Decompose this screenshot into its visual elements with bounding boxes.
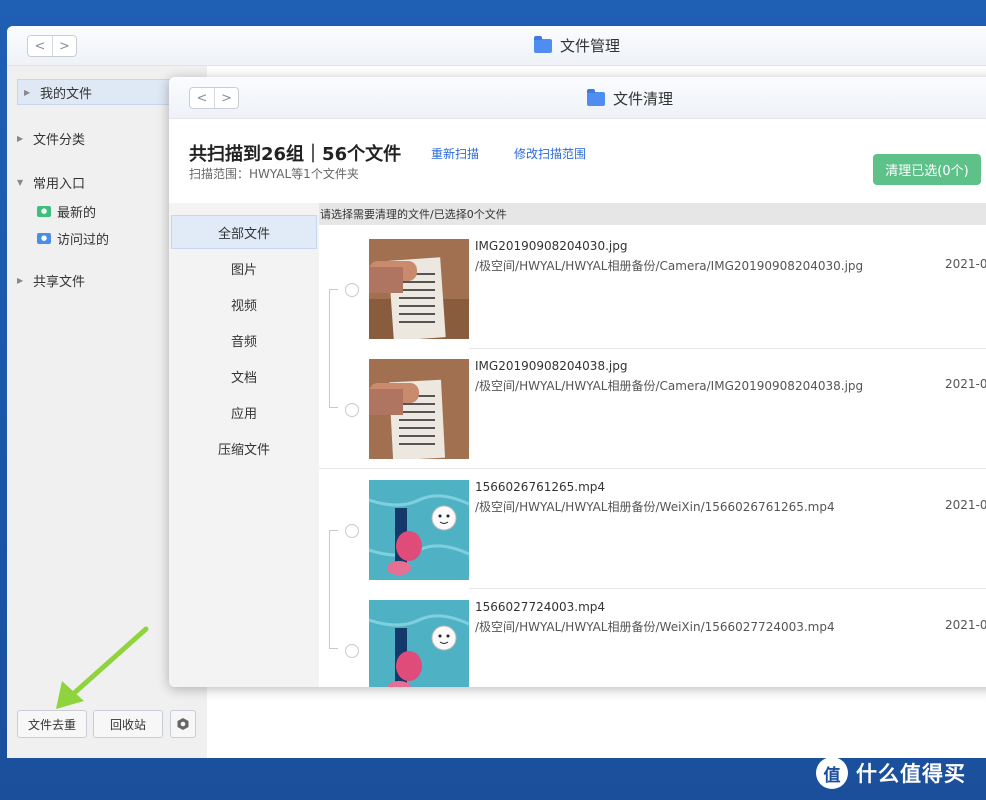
clean-selected-button[interactable]: 清理已选(0个) [873, 154, 981, 185]
folder-icon [534, 35, 552, 53]
file-row[interactable]: IMG20190908204038.jpg /极空间/HWYAL/HWYAL相册… [319, 347, 986, 467]
file-select-radio[interactable] [345, 403, 359, 417]
category-videos[interactable]: 视频 [171, 287, 317, 321]
sidebar-item-label: 文件分类 [33, 132, 86, 148]
category-archives[interactable]: 压缩文件 [171, 431, 317, 465]
sidebar-item-my-files[interactable]: ▶ 我的文件 [17, 79, 177, 105]
sidebar-item-shared-files[interactable]: ▶ 共享文件 [17, 267, 85, 293]
file-path: /极空间/HWYAL/HWYAL相册备份/WeiXin/156602676126… [475, 500, 835, 514]
file-date: 2021-0 [945, 618, 986, 632]
file-thumbnail [369, 600, 469, 687]
category-documents[interactable]: 文档 [171, 359, 317, 393]
caret-right-icon: ▶ [24, 87, 31, 97]
scan-summary-title: 共扫描到26组｜56个文件 [189, 144, 402, 165]
inner-nav-group: < > [189, 87, 239, 109]
file-thumbnail [369, 359, 469, 459]
outer-forward-button[interactable]: > [52, 36, 76, 56]
outer-nav-group: < > [27, 35, 77, 57]
category-panel: 全部文件 图片 视频 音频 文档 应用 压缩文件 [169, 203, 319, 687]
file-name: IMG20190908204038.jpg [475, 359, 628, 373]
file-date: 2021-0 [945, 377, 986, 391]
hexagon-settings-icon [177, 718, 189, 730]
sidebar-item-label: 常用入口 [33, 176, 86, 192]
file-row[interactable]: 1566026761265.mp4 /极空间/HWYAL/HWYAL相册备份/W… [319, 468, 986, 588]
file-manager-titlebar: < > 文件管理 [7, 26, 986, 66]
smzdm-logo-icon: 值 [816, 757, 848, 789]
sidebar-item-recent[interactable]: ● 最新的 [37, 198, 96, 224]
modify-scope-link[interactable]: 修改扫描范围 [514, 145, 586, 162]
chevron-right-icon: > [59, 38, 70, 54]
file-row[interactable]: 1566027724003.mp4 /极空间/HWYAL/HWYAL相册备份/W… [319, 588, 986, 687]
scan-scope-text: 扫描范围：HWYAL等1个文件夹 [189, 167, 359, 181]
chevron-left-icon: < [34, 38, 46, 54]
outer-back-button[interactable]: < [28, 36, 52, 56]
caret-right-icon: ▶ [17, 133, 24, 143]
sidebar-item-quick-access[interactable]: ▼ 常用入口 [17, 169, 85, 195]
file-name: IMG20190908204030.jpg [475, 239, 628, 253]
file-cleanup-title-text: 文件清理 [613, 90, 674, 108]
rescan-link[interactable]: 重新扫描 [431, 145, 479, 162]
photo-thumbnail-image [369, 359, 469, 459]
chevron-right-icon: > [221, 90, 232, 106]
file-date: 2021-0 [945, 498, 986, 512]
caret-right-icon: ▶ [17, 275, 24, 285]
file-select-radio[interactable] [345, 644, 359, 658]
inner-forward-button[interactable]: > [214, 88, 238, 108]
chevron-left-icon: < [196, 90, 208, 106]
recent-icon: ● [37, 205, 51, 217]
sidebar-item-file-categories[interactable]: ▶ 文件分类 [17, 125, 85, 151]
file-select-radio[interactable] [345, 524, 359, 538]
file-date: 2021-0 [945, 257, 986, 271]
settings-button[interactable] [170, 710, 196, 738]
caret-down-icon: ▼ [17, 177, 24, 187]
sidebar-item-label: 我的文件 [40, 86, 93, 102]
file-row[interactable]: IMG20190908204030.jpg /极空间/HWYAL/HWYAL相册… [319, 227, 986, 347]
inner-back-button[interactable]: < [190, 88, 214, 108]
file-thumbnail [369, 239, 469, 339]
file-cleanup-title: 文件清理 [587, 88, 673, 109]
folder-icon [587, 88, 605, 106]
video-thumbnail-image [369, 480, 469, 580]
file-path: /极空间/HWYAL/HWYAL相册备份/Camera/IMG201909082… [475, 379, 864, 393]
category-apps[interactable]: 应用 [171, 395, 317, 429]
category-all-files[interactable]: 全部文件 [171, 215, 317, 249]
watermark-text: 什么值得买 [856, 762, 966, 786]
file-cleanup-window: < > 文件清理 共扫描到26组｜56个文件 扫描范围：HWYAL等1个文件夹 … [169, 77, 986, 687]
file-path: /极空间/HWYAL/HWYAL相册备份/WeiXin/156602772400… [475, 620, 835, 634]
visited-icon: ● [37, 232, 51, 244]
file-manager-title-text: 文件管理 [560, 37, 621, 55]
list-header: 请选择需要清理的文件/已选择0个文件 [319, 203, 986, 225]
file-thumbnail [369, 480, 469, 580]
file-name: 1566027724003.mp4 [475, 600, 606, 614]
file-name: 1566026761265.mp4 [475, 480, 606, 494]
sidebar-item-label: 访问过的 [57, 232, 110, 248]
sidebar-item-visited[interactable]: ● 访问过的 [37, 225, 109, 251]
watermark: 值 什么值得买 [816, 757, 966, 789]
sidebar-item-label: 共享文件 [33, 274, 86, 290]
file-select-radio[interactable] [345, 283, 359, 297]
category-images[interactable]: 图片 [171, 251, 317, 285]
annotation-arrow-icon [56, 626, 149, 709]
photo-thumbnail-image [369, 239, 469, 339]
file-cleanup-titlebar: < > 文件清理 [169, 77, 986, 119]
video-thumbnail-image [369, 600, 469, 687]
file-path: /极空间/HWYAL/HWYAL相册备份/Camera/IMG201909082… [475, 259, 864, 273]
category-audio[interactable]: 音频 [171, 323, 317, 357]
file-manager-title: 文件管理 [534, 35, 620, 56]
sidebar-item-label: 最新的 [57, 205, 97, 221]
